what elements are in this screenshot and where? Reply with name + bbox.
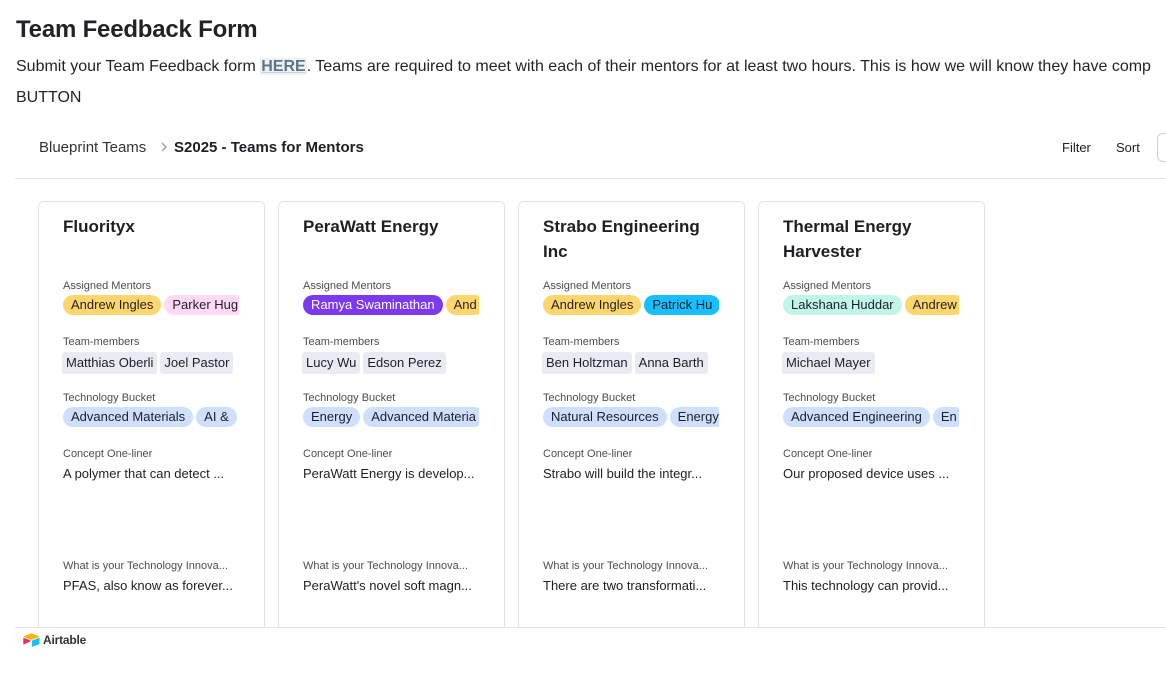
member-chip: Anna Barth: [634, 352, 708, 374]
search-input[interactable]: [1157, 133, 1166, 162]
intro-paragraph: Submit your Team Feedback form HERE. Tea…: [16, 57, 1151, 77]
field-label-innovation: What is your Technology Innova...: [783, 560, 948, 572]
member-chip: Michael Mayer: [782, 352, 875, 374]
intro-text-before: Submit your Team Feedback form: [16, 58, 261, 75]
filter-button[interactable]: Filter: [1062, 140, 1091, 155]
bucket-pill: Energy: [303, 407, 361, 427]
field-label-innovation: What is your Technology Innova...: [303, 560, 468, 572]
page-title: Team Feedback Form: [16, 16, 258, 43]
member-chip: Ben Holtzman: [542, 352, 632, 374]
airtable-logo-icon: [23, 633, 40, 647]
field-label-technology-bucket: Technology Bucket: [783, 392, 876, 404]
bucket-pill: AI &: [196, 407, 237, 427]
innovation-text: This technology can provid...: [783, 578, 949, 593]
gallery-view: Fluorityx Assigned Mentors Andrew Ingles Pa…: [15, 179, 1166, 627]
bucket-pills: Advanced Materials AI &: [63, 407, 239, 427]
team-card[interactable]: Strabo Engineering Inc Assigned Mentors An…: [518, 201, 745, 627]
button-placeholder-text: BUTTON: [16, 89, 82, 106]
bucket-pill: Natural Resources: [543, 407, 667, 427]
team-card[interactable]: Thermal Energy Harvester Assigned Mentors…: [758, 201, 985, 627]
bucket-pill: Advanced Materials: [63, 407, 194, 427]
mentor-pills: Andrew Ingles Parker Hug: [63, 295, 239, 315]
field-label-innovation: What is your Technology Innova...: [63, 560, 228, 572]
card-title: Fluorityx: [63, 217, 135, 236]
mentor-pill: Andrew Ingles: [543, 295, 642, 315]
field-label-technology-bucket: Technology Bucket: [63, 392, 156, 404]
mentor-pill: Lakshana Huddar: [783, 295, 902, 315]
field-label-team-members: Team-members: [303, 336, 380, 348]
airtable-logo[interactable]: Airtable: [23, 633, 86, 647]
chevron-right-icon: [161, 142, 167, 152]
card-title: PeraWatt Energy: [303, 217, 439, 236]
embed-footer: Airtable: [15, 627, 1166, 651]
bucket-pill: Energy: [669, 407, 719, 427]
breadcrumb-base[interactable]: Blueprint Teams: [39, 139, 146, 156]
concept-text: Our proposed device uses ...: [783, 466, 950, 481]
member-chip: Matthias Oberli: [62, 352, 158, 374]
innovation-text: PFAS, also know as forever...: [63, 578, 233, 593]
member-chips: Lucy Wu Edson Perez: [302, 352, 478, 374]
card-title: Strabo Engineering Inc: [543, 217, 700, 261]
field-label-concept: Concept One-liner: [783, 448, 873, 460]
member-chip: Lucy Wu: [302, 352, 361, 374]
bucket-pills: Advanced Engineering En: [783, 407, 959, 427]
team-card[interactable]: PeraWatt Energy Assigned Mentors Ramya Swa…: [278, 201, 505, 627]
sort-button[interactable]: Sort: [1116, 140, 1140, 155]
member-chips: Matthias Oberli Joel Pastor: [62, 352, 238, 374]
member-chip: Edson Perez: [363, 352, 446, 374]
field-label-mentors: Assigned Mentors: [543, 280, 632, 292]
mentor-pill: Ramya Swaminathan: [303, 295, 443, 315]
mentor-pill: Andrew: [904, 295, 959, 315]
field-label-innovation: What is your Technology Innova...: [543, 560, 708, 572]
team-card[interactable]: Fluorityx Assigned Mentors Andrew Ingles Pa…: [38, 201, 265, 627]
member-chip: Joel Pastor: [160, 352, 234, 374]
mentor-pills: Lakshana Huddar Andrew: [783, 295, 959, 315]
mentor-pill: Parker Hug: [164, 295, 239, 315]
mentor-pills: Ramya Swaminathan And: [303, 295, 479, 315]
field-label-mentors: Assigned Mentors: [63, 280, 152, 292]
concept-text: A polymer that can detect ...: [63, 466, 225, 481]
field-label-concept: Concept One-liner: [63, 448, 153, 460]
field-label-mentors: Assigned Mentors: [303, 280, 392, 292]
mentor-pill: Patrick Hu: [644, 295, 719, 315]
mentor-pill: Andrew Ingles: [63, 295, 162, 315]
intro-text-after: . Teams are required to meet with each o…: [306, 58, 1151, 75]
field-label-mentors: Assigned Mentors: [783, 280, 872, 292]
mentor-pill: And: [445, 295, 479, 315]
field-label-technology-bucket: Technology Bucket: [543, 392, 636, 404]
embed-toolbar: Blueprint Teams S2025 - Teams for Mentor…: [15, 126, 1166, 179]
airtable-logo-text: Airtable: [43, 633, 87, 647]
field-label-team-members: Team-members: [543, 336, 620, 348]
concept-text: Strabo will build the integr...: [543, 466, 702, 481]
innovation-text: There are two transformati...: [543, 578, 707, 593]
field-label-team-members: Team-members: [783, 336, 860, 348]
innovation-text: PeraWatt's novel soft magn...: [303, 578, 472, 593]
field-label-concept: Concept One-liner: [303, 448, 393, 460]
card-title: Thermal Energy Harvester: [783, 217, 912, 261]
feedback-form-link[interactable]: HERE: [260, 58, 307, 75]
bucket-pill: Advanced Engineering: [783, 407, 930, 427]
concept-text: PeraWatt Energy is develop...: [303, 466, 475, 481]
field-label-technology-bucket: Technology Bucket: [303, 392, 396, 404]
breadcrumb-view: S2025 - Teams for Mentors: [174, 139, 364, 156]
bucket-pills: Natural Resources Energy: [543, 407, 719, 427]
field-label-team-members: Team-members: [63, 336, 140, 348]
bucket-pills: Energy Advanced Materia: [303, 407, 479, 427]
bucket-pill: Advanced Materia: [363, 407, 479, 427]
member-chips: Ben Holtzman Anna Barth: [542, 352, 718, 374]
mentor-pills: Andrew Ingles Patrick Hu: [543, 295, 719, 315]
member-chips: Michael Mayer: [782, 352, 958, 374]
airtable-embed: Blueprint Teams S2025 - Teams for Mentor…: [15, 126, 1166, 675]
bucket-pill: En: [932, 407, 959, 427]
field-label-concept: Concept One-liner: [543, 448, 633, 460]
